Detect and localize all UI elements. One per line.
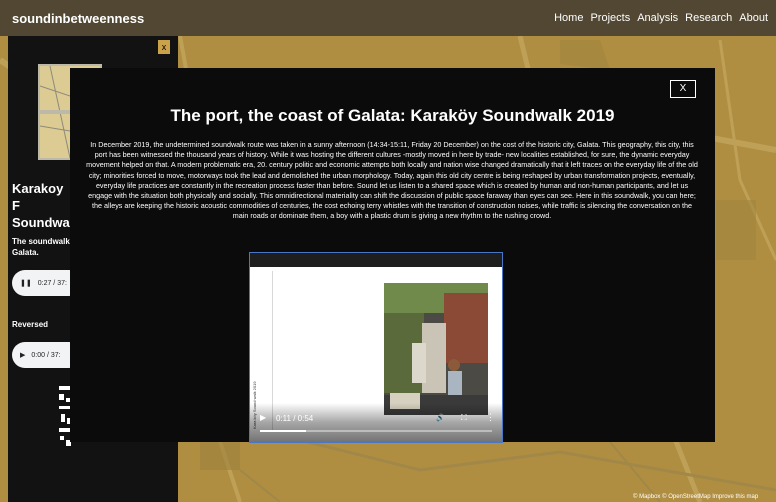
nav-projects[interactable]: Projects	[590, 12, 630, 24]
video-controls: ▶ 0:11 / 0:54 🔊 ⛶ ⋮	[250, 403, 502, 442]
video-time: 0:11 / 0:54	[276, 414, 314, 423]
video-topbar	[250, 253, 502, 267]
sidebar-description: The soundwalk Galata.	[12, 237, 70, 257]
sidebar-close-button[interactable]: x	[158, 40, 170, 54]
top-navbar: soundinbetweenness Home Projects Analysi…	[0, 0, 776, 36]
video-progress-bar[interactable]	[260, 430, 492, 432]
modal-description: In December 2019, the undetermined sound…	[86, 140, 698, 221]
nav-about[interactable]: About	[739, 12, 768, 24]
nav-analysis[interactable]: Analysis	[637, 12, 678, 24]
more-options-icon[interactable]: ⋮	[486, 412, 495, 423]
audio-time: 0:00 / 37:	[31, 351, 61, 359]
audio-time: 0:27 / 37:	[37, 279, 67, 287]
video-play-icon[interactable]: ▶	[260, 413, 266, 422]
nav-home[interactable]: Home	[554, 12, 583, 24]
play-icon[interactable]: ▶	[20, 351, 25, 359]
nav-research[interactable]: Research	[685, 12, 732, 24]
video-frame	[384, 283, 488, 415]
volume-icon[interactable]: 🔊	[436, 414, 445, 422]
street-scene-image	[384, 283, 488, 415]
sidebar-title: Karakoy F Soundwa	[12, 181, 70, 230]
pause-icon[interactable]: ❚❚	[20, 279, 32, 287]
modal-title: The port, the coast of Galata: Karaköy S…	[170, 106, 615, 125]
video-progress-fill	[260, 430, 307, 432]
modal-close-button[interactable]: X	[670, 80, 696, 98]
brand-logo[interactable]: soundinbetweenness	[12, 11, 144, 26]
map-attribution[interactable]: © Mapbox © OpenStreetMap Improve this ma…	[633, 494, 758, 500]
nav-links: Home Projects Analysis Research About	[554, 12, 768, 24]
reversed-label: Reversed	[12, 320, 49, 329]
fullscreen-icon[interactable]: ⛶	[461, 413, 467, 423]
video-player[interactable]: Kara köy Sound walk 2019 ▶ 0:11 / 0:54 🔊…	[249, 252, 503, 443]
